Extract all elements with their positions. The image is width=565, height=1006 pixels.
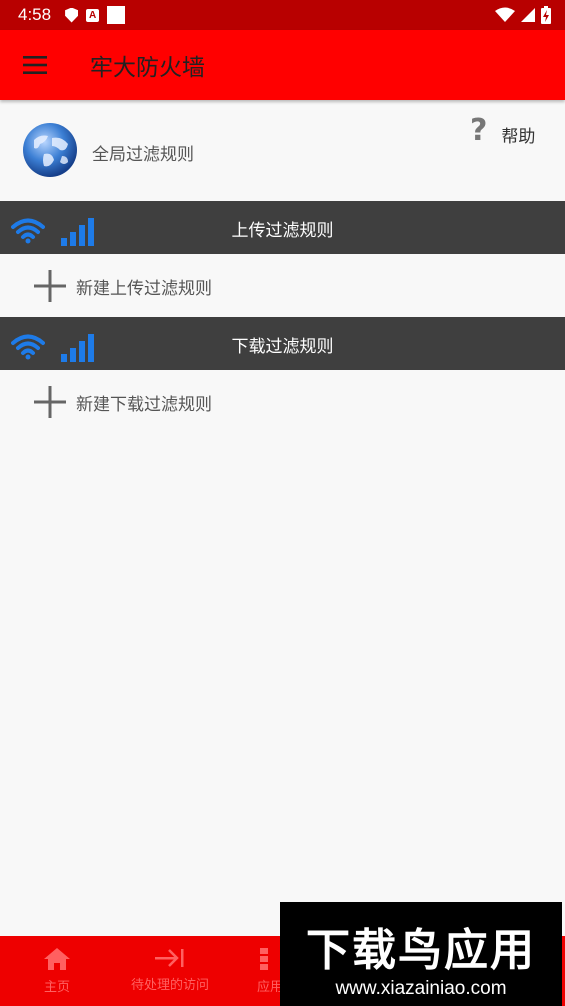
wifi-status-icon — [495, 7, 515, 22]
globe-icon — [23, 123, 77, 177]
new-upload-rule-button[interactable]: 新建上传过滤规则 — [0, 254, 565, 317]
help-button[interactable]: ? 帮助 — [470, 113, 536, 148]
app-title: 牢大防火墙 — [90, 55, 205, 81]
upload-section-header: 上传过滤规则 — [0, 201, 565, 254]
font-notification-icon: A — [86, 8, 100, 22]
status-notification-icons: A — [65, 6, 126, 24]
nav-home-label: 主页 — [43, 980, 70, 995]
nav-pending-label: 待处理的访问 — [130, 978, 209, 993]
battery-charging-icon — [541, 6, 551, 24]
arrow-to-line-icon — [155, 949, 184, 967]
watermark: 下载鸟应用 www.xiazainiao.com — [280, 902, 562, 1006]
home-icon — [44, 948, 70, 970]
nav-home[interactable]: 主页 — [22, 948, 92, 995]
app-bar: 牢大防火墙 — [0, 30, 565, 100]
nav-pending-access[interactable]: 待处理的访问 — [110, 948, 230, 993]
status-time: 4:58 — [18, 5, 52, 24]
global-rule-label: 全局过滤规则 — [92, 145, 194, 165]
global-rule-row[interactable]: 全局过滤规则 ? 帮助 — [0, 112, 565, 192]
new-download-rule-button[interactable]: 新建下载过滤规则 — [0, 370, 565, 433]
status-system-icons — [495, 6, 551, 24]
new-upload-rule-label: 新建上传过滤规则 — [76, 279, 212, 299]
upload-section-title: 上传过滤规则 — [231, 221, 334, 241]
square-notification-icon — [107, 6, 126, 24]
watermark-url: www.xiazainiao.com — [335, 978, 507, 999]
hamburger-menu-icon[interactable] — [0, 30, 70, 100]
new-download-rule-label: 新建下载过滤规则 — [76, 395, 212, 415]
watermark-title: 下载鸟应用 — [306, 925, 536, 976]
plus-icon — [34, 386, 66, 418]
shield-notification-icon — [65, 7, 79, 23]
download-section-title: 下载过滤规则 — [231, 337, 334, 357]
plus-icon — [34, 270, 66, 302]
cell-signal-icon — [521, 8, 535, 22]
download-section-header: 下载过滤规则 — [0, 317, 565, 370]
status-bar: 4:58 A — [0, 0, 565, 30]
question-mark-icon: ? — [470, 113, 488, 148]
help-label: 帮助 — [501, 127, 536, 147]
grid-icon — [260, 948, 268, 970]
